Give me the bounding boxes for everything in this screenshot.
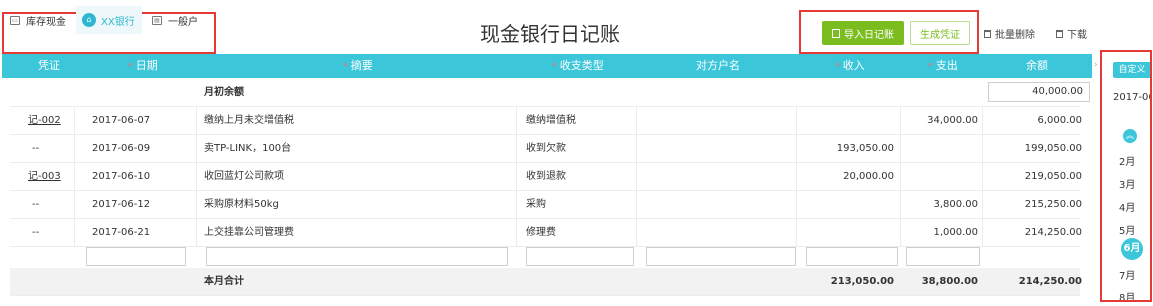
col-balance: 余额 [1026, 59, 1048, 72]
category-input[interactable] [526, 247, 634, 266]
row-date: 2017-06-12 [92, 199, 151, 210]
income-input[interactable] [806, 247, 898, 266]
col-counterparty: 对方户名 [696, 59, 740, 72]
batch-delete-button[interactable]: 批量删除 [984, 26, 1035, 41]
month-item[interactable]: 4月 [1119, 199, 1135, 214]
table-header: 凭证 * 日期 * 摘要 * 收支类型 对方户名 * 收入 * 支出 余额 [2, 54, 1092, 78]
date-input[interactable] [86, 247, 186, 266]
row-expense: 3,800.00 [933, 199, 978, 210]
summary-input[interactable] [206, 247, 508, 266]
col-expense: * 支出 [928, 59, 958, 72]
scroll-up-icon[interactable]: ︽ [1123, 129, 1137, 143]
row-summary: 卖TP-LINK，100台 [204, 143, 292, 154]
import-icon [832, 28, 840, 38]
row-expense [900, 135, 978, 163]
row-category: 采购 [526, 199, 546, 210]
table-row[interactable]: -- 2017-06-12 采购原材料50kg 采购 3,800.00 215,… [10, 191, 1082, 219]
row-date: 2017-06-07 [92, 115, 151, 126]
row-category: 收到欠款 [526, 143, 566, 154]
month-item[interactable]: 5月 [1119, 222, 1135, 237]
row-income [796, 191, 894, 219]
import-journal-label: 导入日记账 [844, 29, 894, 41]
voucher-link[interactable]: 记-002 [28, 107, 61, 135]
trash-icon [984, 29, 991, 38]
import-journal-button[interactable]: 导入日记账 [822, 21, 904, 45]
current-period: 2017-06 [1113, 92, 1152, 103]
expense-input[interactable] [906, 247, 980, 266]
row-date: 2017-06-10 [92, 171, 151, 182]
col-category: * 收支类型 [552, 59, 604, 72]
col-summary: * 摘要 [343, 59, 373, 72]
row-category: 收到退款 [526, 171, 566, 182]
row-date: 2017-06-09 [92, 143, 151, 154]
row-expense: 34,000.00 [927, 115, 978, 126]
row-balance: 6,000.00 [1037, 115, 1082, 126]
batch-delete-label: 批量删除 [995, 30, 1035, 41]
total-label: 本月合计 [204, 276, 244, 287]
col-income: * 收入 [835, 59, 865, 72]
download-icon [1056, 29, 1063, 38]
voucher-placeholder: -- [32, 143, 40, 154]
month-item[interactable]: 8月 [1119, 289, 1135, 300]
month-item[interactable]: 3月 [1119, 176, 1135, 191]
month-item[interactable]: 7月 [1119, 267, 1135, 282]
monthly-total-row: 本月合计 213,050.00 38,800.00 214,250.00 [10, 268, 1082, 296]
custom-period-button[interactable]: 自定义 [1113, 62, 1150, 78]
total-balance: 214,250.00 [1018, 276, 1082, 287]
opening-balance-row: 月初余额 40,000.00 [10, 79, 1090, 107]
row-balance: 199,050.00 [1024, 143, 1082, 154]
month-item-selected[interactable]: 6月 [1121, 238, 1143, 260]
table-row[interactable]: -- 2017-06-09 卖TP-LINK，100台 收到欠款 193,050… [10, 135, 1082, 163]
row-summary: 缴纳上月未交增值税 [204, 115, 294, 126]
opening-balance-input[interactable]: 40,000.00 [988, 82, 1090, 102]
row-balance: 215,250.00 [1024, 199, 1082, 210]
voucher-placeholder: -- [32, 199, 40, 210]
total-expense: 38,800.00 [921, 276, 978, 287]
row-income: 20,000.00 [843, 171, 894, 182]
row-income: 193,050.00 [836, 143, 894, 154]
col-date: * 日期 [128, 59, 158, 72]
row-balance: 219,050.00 [1024, 171, 1082, 182]
month-selector-panel: 自定义 2017-06 ︽ 2月 3月 4月 5月 6月 7月 8月 [1100, 50, 1152, 302]
row-category: 缴纳增值税 [526, 115, 576, 126]
row-summary: 采购原材料50kg [204, 199, 279, 210]
counterparty-input[interactable] [646, 247, 796, 266]
download-button[interactable]: 下载 [1056, 26, 1087, 41]
opening-label: 月初余额 [204, 87, 244, 98]
row-income [796, 107, 894, 135]
new-entry-row [10, 243, 1080, 271]
total-income: 213,050.00 [830, 276, 894, 287]
table-row[interactable]: 记-003 2017-06-10 收回蓝灯公司款项 收到退款 20,000.00… [10, 163, 1082, 191]
scroll-right-icon[interactable]: › [1094, 60, 1098, 70]
col-voucher: 凭证 [38, 59, 60, 72]
row-expense [900, 163, 978, 191]
month-item[interactable]: 2月 [1119, 153, 1135, 168]
row-summary: 收回蓝灯公司款项 [204, 171, 284, 182]
generate-voucher-button[interactable]: 生成凭证 [910, 21, 970, 45]
voucher-link[interactable]: 记-003 [28, 163, 61, 191]
table-row[interactable]: 记-002 2017-06-07 缴纳上月未交增值税 缴纳增值税 34,000.… [10, 107, 1082, 135]
download-label: 下载 [1067, 30, 1087, 41]
